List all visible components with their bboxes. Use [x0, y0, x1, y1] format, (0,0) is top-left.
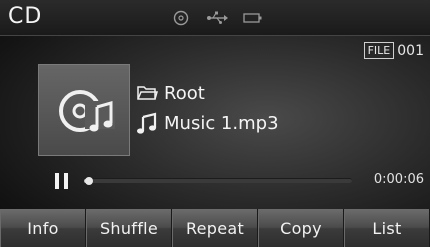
track-row: Music 1.mp3	[136, 112, 279, 134]
file-badge: FILE	[363, 42, 395, 59]
copy-button[interactable]: Copy	[258, 209, 344, 247]
title-bar: CD	[0, 0, 430, 36]
folder-name: Root	[164, 82, 205, 104]
repeat-button[interactable]: Repeat	[172, 209, 258, 247]
cd-player-screen: CD FILE 001 Root Music 1.mp3 0:00:06 Inf…	[0, 0, 430, 247]
file-indicator: FILE 001	[363, 42, 424, 59]
progress-bar[interactable]	[84, 177, 352, 185]
folder-row: Root	[136, 82, 205, 104]
album-art	[38, 64, 130, 156]
status-icons	[170, 9, 264, 27]
list-button[interactable]: List	[344, 209, 430, 247]
track-name: Music 1.mp3	[164, 112, 279, 134]
disc-icon	[173, 10, 189, 26]
folder-icon	[137, 86, 158, 100]
usb-icon	[207, 11, 228, 24]
battery-icon	[243, 13, 262, 23]
cd-music-icon	[59, 90, 115, 132]
file-number: 001	[397, 42, 424, 59]
info-button[interactable]: Info	[0, 209, 86, 247]
mode-title: CD	[8, 4, 43, 29]
pause-button[interactable]	[54, 172, 70, 190]
progress-knob[interactable]	[85, 177, 94, 185]
music-note-icon	[137, 112, 157, 134]
shuffle-button[interactable]: Shuffle	[86, 209, 172, 247]
pause-icon	[55, 173, 68, 189]
elapsed-time: 0:00:06	[373, 172, 424, 187]
soft-button-bar: Info Shuffle Repeat Copy List	[0, 209, 430, 247]
